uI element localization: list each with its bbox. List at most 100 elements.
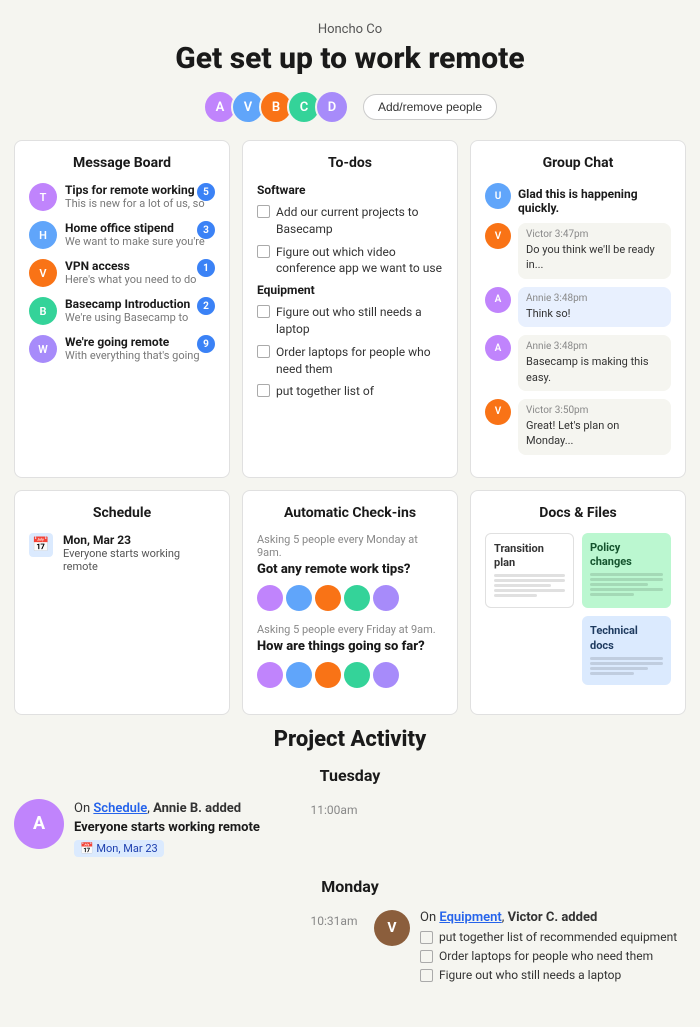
- message-badge: 1: [197, 259, 215, 277]
- todo-checkbox[interactable]: [420, 969, 433, 982]
- message-content: We're going remote With everything that'…: [65, 335, 215, 362]
- message-content: Home office stipend We want to make sure…: [65, 221, 215, 248]
- todo-item[interactable]: Figure out which video conference app we…: [257, 244, 443, 278]
- message-board-card: Message Board T Tips for remote working …: [14, 140, 230, 478]
- message-avatar: V: [29, 259, 57, 287]
- page-header: Honcho Co Get set up to work remote AVBC…: [0, 0, 700, 140]
- schedule-event: 📅 Mon, Mar 23 Everyone starts working re…: [29, 533, 215, 573]
- activity-event-row: A On Schedule, Annie B. added Everyone s…: [14, 799, 686, 858]
- activity-day-0: Tuesday A On Schedule, Annie B. added Ev…: [14, 766, 686, 858]
- chat-text-plain: Glad this is happening quickly.: [518, 183, 671, 215]
- checkin-item: Asking 5 people every Monday at 9am. Got…: [257, 533, 443, 611]
- main-grid: Message Board T Tips for remote working …: [0, 140, 700, 727]
- activity-todo-text: put together list of recommended equipme…: [439, 930, 677, 944]
- chat-meta: Annie 3:48pm: [526, 341, 663, 352]
- todo-checkbox[interactable]: [420, 950, 433, 963]
- message-title: Basecamp Introduction: [65, 297, 215, 311]
- checkin-item: Asking 5 people every Friday at 9am. How…: [257, 623, 443, 688]
- checkin-question: How are things going so far?: [257, 639, 443, 656]
- group-chat-title: Group Chat: [485, 155, 671, 171]
- activity-event-row: 10:31am V On Equipment, Victor C. added …: [14, 910, 686, 987]
- chat-text: Basecamp is making this easy.: [526, 354, 663, 385]
- message-badge: 2: [197, 297, 215, 315]
- chat-avatar: U: [485, 183, 511, 209]
- todo-item[interactable]: Add our current projects to Basecamp: [257, 204, 443, 238]
- message-avatar: T: [29, 183, 57, 211]
- activity-section-link[interactable]: Schedule: [93, 801, 147, 816]
- activity-todo-item: put together list of recommended equipme…: [420, 930, 677, 944]
- chat-item: V Victor 3:47pm Do you think we'll be re…: [485, 223, 671, 279]
- checkin-question: Got any remote work tips?: [257, 562, 443, 579]
- chat-avatar: V: [485, 399, 511, 425]
- todo-checkbox[interactable]: [257, 245, 270, 258]
- activity-right-info: On Equipment, Victor C. added put togeth…: [420, 910, 677, 987]
- doc-technical-docs[interactable]: Technicaldocs: [582, 616, 671, 685]
- checkin-avatars: [257, 585, 443, 611]
- checkin-asking: Asking 5 people every Friday at 9am.: [257, 623, 443, 636]
- chat-text: Do you think we'll be ready in...: [526, 242, 663, 273]
- docs-grid: Transitionplan Policychanges Technicaldocs: [485, 533, 671, 685]
- message-preview: This is new for a lot of us, so: [65, 197, 215, 210]
- schedule-card: Schedule 📅 Mon, Mar 23 Everyone starts w…: [14, 490, 230, 715]
- activity-day-header: Monday: [14, 877, 686, 896]
- todo-section-label: Equipment: [257, 283, 443, 297]
- todo-checkbox[interactable]: [420, 931, 433, 944]
- todos-content: Software Add our current projects to Bas…: [257, 183, 443, 400]
- todo-checkbox[interactable]: [257, 384, 270, 397]
- checkin-avatars: [257, 662, 443, 688]
- chat-bubble: Annie 3:48pm Think so!: [518, 287, 671, 327]
- checkins-card: Automatic Check-ins Asking 5 people ever…: [242, 490, 458, 715]
- message-item[interactable]: T Tips for remote working This is new fo…: [29, 183, 215, 211]
- todo-checkbox[interactable]: [257, 345, 270, 358]
- message-avatar: W: [29, 335, 57, 363]
- todo-text: put together list of: [276, 383, 374, 400]
- checkin-avatar: [344, 662, 370, 688]
- checkin-avatar: [315, 662, 341, 688]
- activity-time: 11:00am: [294, 799, 374, 817]
- message-preview: With everything that's going: [65, 349, 215, 362]
- message-content: Tips for remote working This is new for …: [65, 183, 215, 210]
- message-title: VPN access: [65, 259, 215, 273]
- chat-avatar: A: [485, 335, 511, 361]
- message-board-list: T Tips for remote working This is new fo…: [29, 183, 215, 363]
- message-preview: We're using Basecamp to: [65, 311, 215, 324]
- doc-transition-plan[interactable]: Transitionplan: [485, 533, 574, 609]
- message-item[interactable]: W We're going remote With everything tha…: [29, 335, 215, 363]
- message-content: Basecamp Introduction We're using Baseca…: [65, 297, 215, 324]
- schedule-details: Mon, Mar 23 Everyone starts working remo…: [63, 533, 215, 573]
- todo-checkbox[interactable]: [257, 305, 270, 318]
- activity-left: A On Schedule, Annie B. added Everyone s…: [14, 799, 294, 858]
- message-item[interactable]: V VPN access Here's what you need to do …: [29, 259, 215, 287]
- activity-section-link[interactable]: Equipment: [439, 910, 501, 925]
- add-remove-button[interactable]: Add/remove people: [363, 94, 497, 120]
- message-item[interactable]: H Home office stipend We want to make su…: [29, 221, 215, 249]
- doc-label: Technicaldocs: [590, 624, 663, 653]
- chat-bubble: Victor 3:50pm Great! Let's plan on Monda…: [518, 399, 671, 455]
- doc-label: Policychanges: [590, 541, 663, 570]
- activity-todo-item: Figure out who still needs a laptop: [420, 968, 677, 982]
- checkin-avatar: [344, 585, 370, 611]
- message-content: VPN access Here's what you need to do: [65, 259, 215, 286]
- checkins-title: Automatic Check-ins: [257, 505, 443, 521]
- checkin-avatar: [286, 585, 312, 611]
- checkin-avatar: [257, 662, 283, 688]
- todos-title: To-dos: [257, 155, 443, 171]
- chat-meta: Annie 3:48pm: [526, 293, 663, 304]
- activity-day-header: Tuesday: [14, 766, 686, 785]
- checkin-avatar: [373, 662, 399, 688]
- todo-item[interactable]: Order laptops for people who need them: [257, 344, 443, 378]
- todo-checkbox[interactable]: [257, 205, 270, 218]
- todo-section-label: Software: [257, 183, 443, 197]
- chat-avatar: V: [485, 223, 511, 249]
- todo-text: Order laptops for people who need them: [276, 344, 443, 378]
- todo-item[interactable]: put together list of: [257, 383, 443, 400]
- message-item[interactable]: B Basecamp Introduction We're using Base…: [29, 297, 215, 325]
- schedule-date: Mon, Mar 23: [63, 533, 215, 547]
- doc-policy-changes[interactable]: Policychanges: [582, 533, 671, 609]
- activity-right-meta: On Equipment, Victor C. added: [420, 910, 677, 925]
- message-badge: 5: [197, 183, 215, 201]
- todo-item[interactable]: Figure out who still needs a laptop: [257, 304, 443, 338]
- activity-day-1: Monday 10:31am V On Equipment, Victor C.…: [14, 877, 686, 987]
- chat-item: V Victor 3:50pm Great! Let's plan on Mon…: [485, 399, 671, 455]
- activity-title: Project Activity: [14, 727, 686, 752]
